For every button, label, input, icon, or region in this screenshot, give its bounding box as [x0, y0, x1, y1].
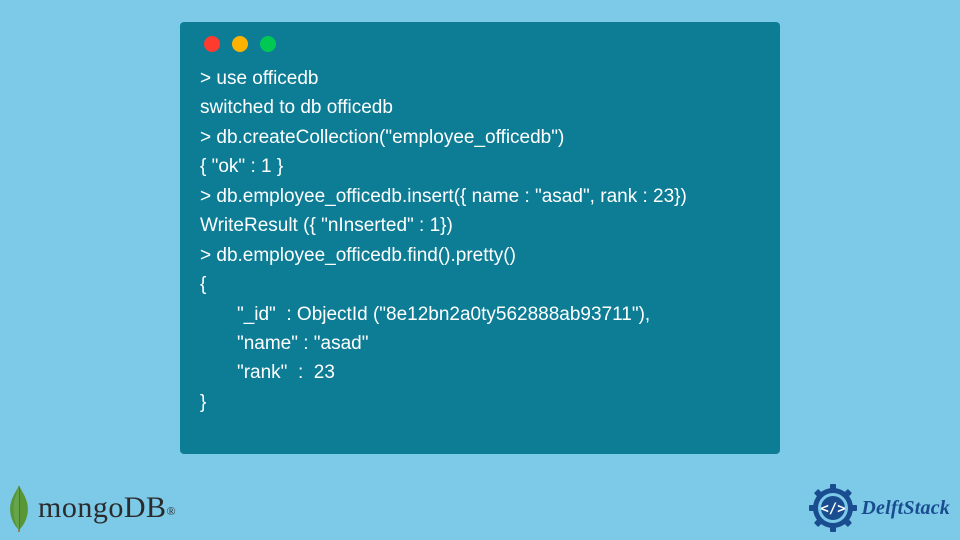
leaf-icon [6, 484, 32, 532]
terminal-window: > use officedb switched to db officedb >… [180, 22, 780, 454]
mongodb-wordmark: mongoDB® [38, 491, 176, 525]
svg-text:</>: </> [821, 501, 846, 517]
delftstack-wordmark: DelftStack [861, 497, 950, 520]
mongodb-logo: mongoDB® [6, 484, 176, 532]
close-icon [204, 36, 220, 52]
delftstack-logo: </> DelftStack [809, 484, 950, 532]
maximize-icon [260, 36, 276, 52]
gear-code-icon: </> [809, 484, 857, 532]
branding-row: mongoDB® [6, 484, 950, 532]
window-traffic-lights [200, 36, 760, 52]
minimize-icon [232, 36, 248, 52]
terminal-output: > use officedb switched to db officedb >… [200, 64, 760, 417]
